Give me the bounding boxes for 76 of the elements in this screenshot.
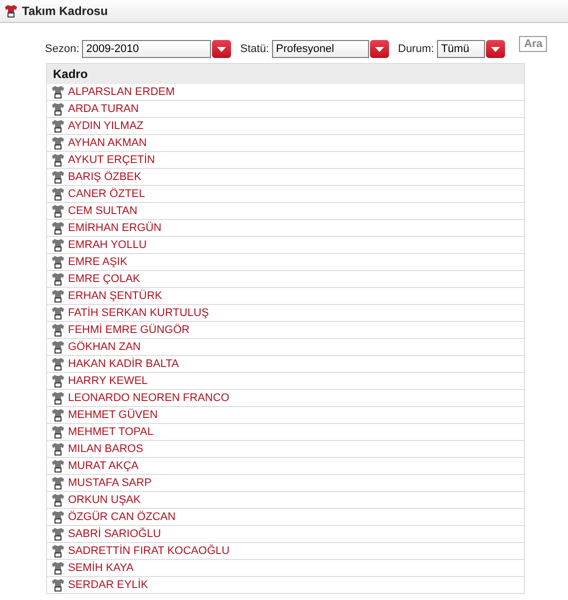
shirt-icon [51, 255, 65, 269]
player-link[interactable]: EMRE ÇOLAK [68, 273, 140, 285]
shirt-icon [51, 476, 65, 490]
player-link[interactable]: SEMİH KAYA [68, 562, 134, 574]
player-link[interactable]: EMRAH YOLLU [68, 239, 147, 251]
shirt-icon [51, 204, 65, 218]
shirt-icon [51, 306, 65, 320]
player-link[interactable]: HAKAN KADİR BALTA [68, 358, 179, 370]
shirt-icon [51, 221, 65, 235]
dropdown-button[interactable] [370, 40, 389, 58]
page-title: Takım Kadrosu [22, 4, 108, 18]
dropdown-button[interactable] [212, 40, 232, 58]
player-link[interactable]: SABRİ SARIOĞLU [68, 528, 161, 540]
shirt-icon [51, 238, 65, 252]
shirt-icon [51, 408, 65, 422]
player-link[interactable]: MURAT AKÇA [68, 460, 138, 472]
shirt-icon [51, 85, 65, 99]
shirt-icon [51, 391, 65, 405]
filter-label: Sezon: [45, 43, 80, 55]
shirt-icon [51, 187, 65, 201]
player-link[interactable]: MILAN BAROS [68, 443, 144, 455]
player-link[interactable]: AYHAN AKMAN [68, 137, 147, 149]
player-link[interactable]: EMİRHAN ERGÜN [68, 222, 162, 234]
shirt-icon [51, 357, 65, 371]
player-link[interactable]: FATİH SERKAN KURTULUŞ [68, 307, 209, 319]
shirt-icon [51, 323, 65, 337]
player-link[interactable]: AYKUT ERÇETİN [68, 154, 155, 166]
caret-icon [375, 46, 384, 52]
shirt-icon [51, 527, 65, 541]
table-heading: Kadro [47, 64, 524, 84]
player-link[interactable]: LEONARDO NEOREN FRANCO [68, 392, 230, 404]
player-link[interactable]: ERHAN ŞENTÜRK [68, 290, 162, 302]
shirt-icon [51, 425, 65, 439]
filter-label: Durum: [398, 43, 434, 55]
shirt-icon [51, 102, 65, 116]
shirt-icon [51, 136, 65, 150]
shirt-icon [51, 442, 65, 456]
player-link[interactable]: HARRY KEWEL [68, 375, 148, 387]
player-link[interactable]: GÖKHAN ZAN [68, 341, 141, 353]
caret-icon [217, 46, 226, 52]
select-field[interactable]: Profesyonel [272, 40, 369, 58]
select-field[interactable]: Tümü [437, 40, 486, 58]
filter-label: Statü: [240, 43, 269, 55]
shirt-icon [4, 4, 18, 18]
search-button[interactable]: Ara [519, 36, 548, 52]
shirt-icon [51, 119, 65, 133]
shirt-icon [51, 493, 65, 507]
player-link[interactable]: ORKUN UŞAK [68, 494, 141, 506]
player-link[interactable]: AYDIN YILMAZ [68, 120, 144, 132]
player-link[interactable]: MUSTAFA SARP [68, 477, 152, 489]
player-link[interactable]: EMRE AŞIK [68, 256, 128, 268]
player-link[interactable]: SADRETTİN FIRAT KOCAOĞLU [68, 545, 230, 557]
shirt-icon [51, 544, 65, 558]
player-link[interactable]: BARIŞ ÖZBEK [68, 171, 142, 183]
shirt-icon [51, 153, 65, 167]
shirt-icon [51, 272, 65, 286]
shirt-icon [51, 289, 65, 303]
dropdown-button[interactable] [486, 40, 506, 58]
player-link[interactable]: FEHMİ EMRE GÜNGÖR [68, 324, 190, 336]
player-link[interactable]: CANER ÖZTEL [68, 188, 146, 200]
shirt-icon [51, 578, 65, 592]
shirt-icon [51, 374, 65, 388]
shirt-icon [51, 459, 65, 473]
shirt-icon [51, 340, 65, 354]
player-link[interactable]: MEHMET GÜVEN [68, 409, 158, 421]
shirt-icon [51, 170, 65, 184]
shirt-icon [51, 510, 65, 524]
caret-icon [491, 46, 500, 52]
select-field[interactable]: 2009-2010 [82, 40, 212, 58]
player-link[interactable]: SERDAR EYLİK [68, 579, 148, 591]
player-link[interactable]: ÖZGÜR CAN ÖZCAN [68, 511, 176, 523]
player-link[interactable]: ARDA TURAN [68, 103, 139, 115]
player-link[interactable]: MEHMET TOPAL [68, 426, 154, 438]
player-link[interactable]: CEM SULTAN [68, 205, 138, 217]
shirt-icon [51, 561, 65, 575]
player-link[interactable]: ALPARSLAN ERDEM [68, 86, 175, 98]
